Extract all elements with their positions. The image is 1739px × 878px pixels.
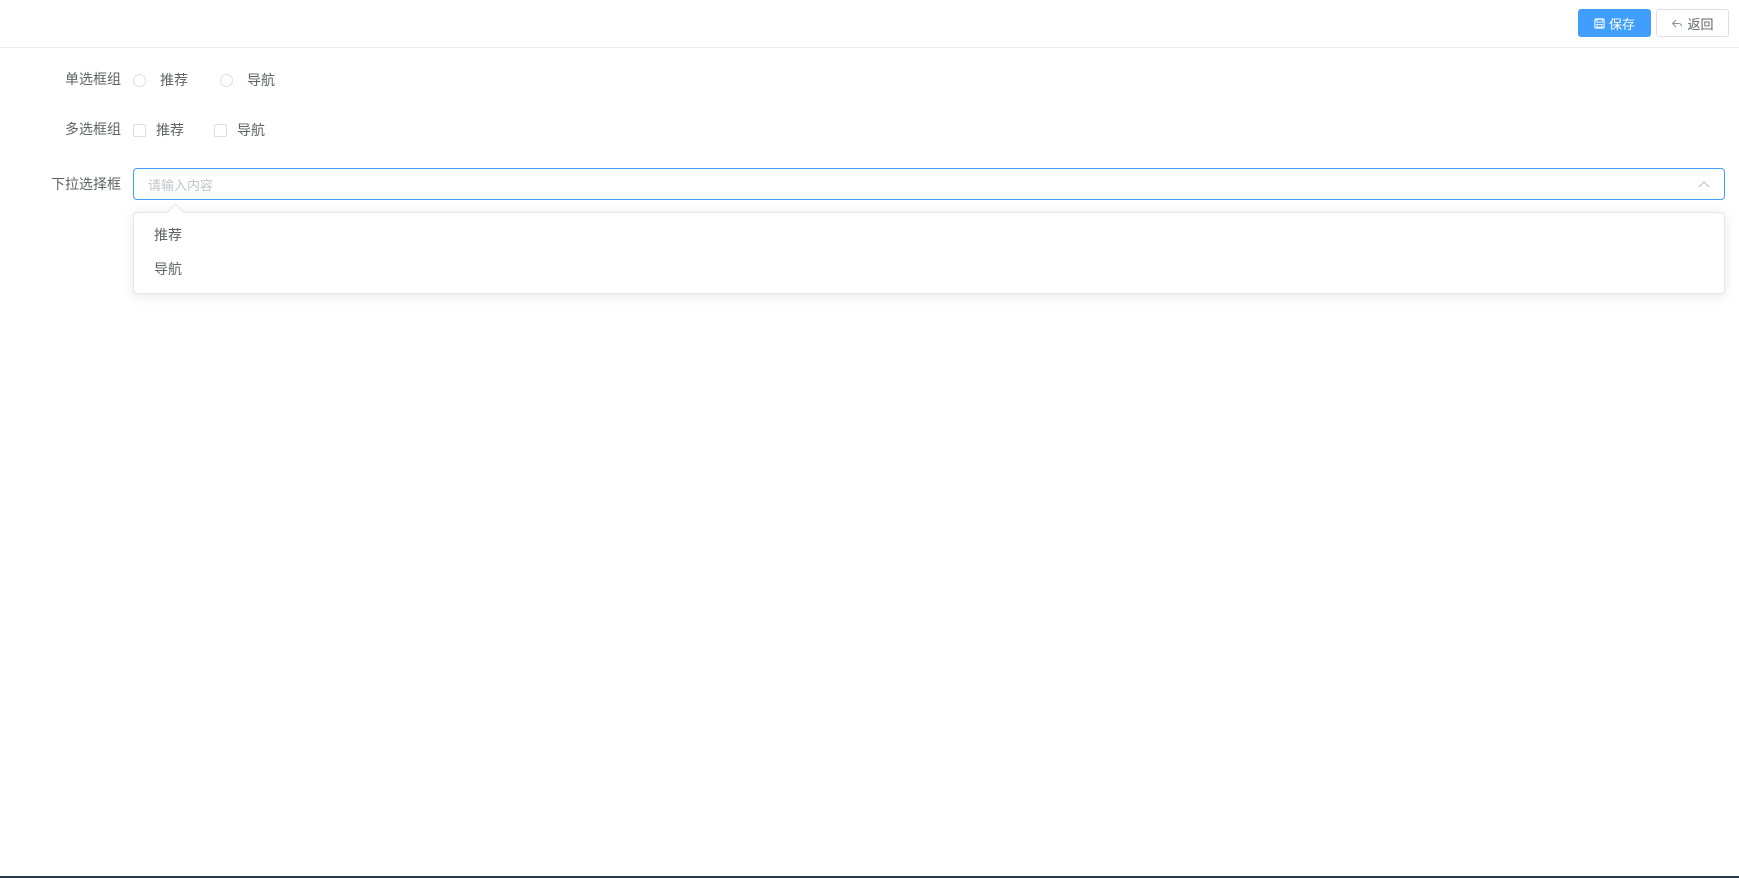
radio-circle[interactable] <box>133 73 146 87</box>
top-toolbar: 保存 返回 <box>0 0 1739 48</box>
radio-option-navigation[interactable]: 导航 <box>220 70 275 90</box>
checkbox-group-label: 多选框组 <box>65 122 121 138</box>
save-button-label: 保存 <box>1608 17 1635 33</box>
checkbox-option-label: 导航 <box>237 123 265 139</box>
back-arrow-icon <box>1671 18 1683 29</box>
select-label: 下拉选择框 <box>51 177 121 193</box>
dropdown-option-navigation[interactable]: 导航 <box>134 253 1724 287</box>
checkbox-option-label: 推荐 <box>156 123 184 139</box>
dropdown-option-recommend[interactable]: 推荐 <box>134 219 1724 253</box>
checkbox-option-navigation[interactable]: 导航 <box>214 120 265 140</box>
save-icon <box>1594 17 1605 29</box>
back-button-label: 返回 <box>1687 17 1714 33</box>
radio-circle[interactable] <box>220 73 233 87</box>
back-button[interactable]: 返回 <box>1656 9 1729 37</box>
select-input[interactable]: 请输入内容 <box>133 168 1725 200</box>
select-placeholder: 请输入内容 <box>148 178 214 194</box>
radio-option-label: 导航 <box>247 73 275 89</box>
radio-option-recommend[interactable]: 推荐 <box>133 70 188 90</box>
checkbox-square[interactable] <box>214 123 227 137</box>
chevron-up-icon[interactable] <box>1698 180 1710 188</box>
checkbox-square[interactable] <box>133 123 146 137</box>
radio-group-label: 单选框组 <box>65 72 121 88</box>
select-dropdown: 推荐 导航 <box>133 203 1725 294</box>
radio-option-label: 推荐 <box>160 73 188 89</box>
checkbox-option-recommend[interactable]: 推荐 <box>133 120 184 140</box>
save-button[interactable]: 保存 <box>1578 9 1651 37</box>
